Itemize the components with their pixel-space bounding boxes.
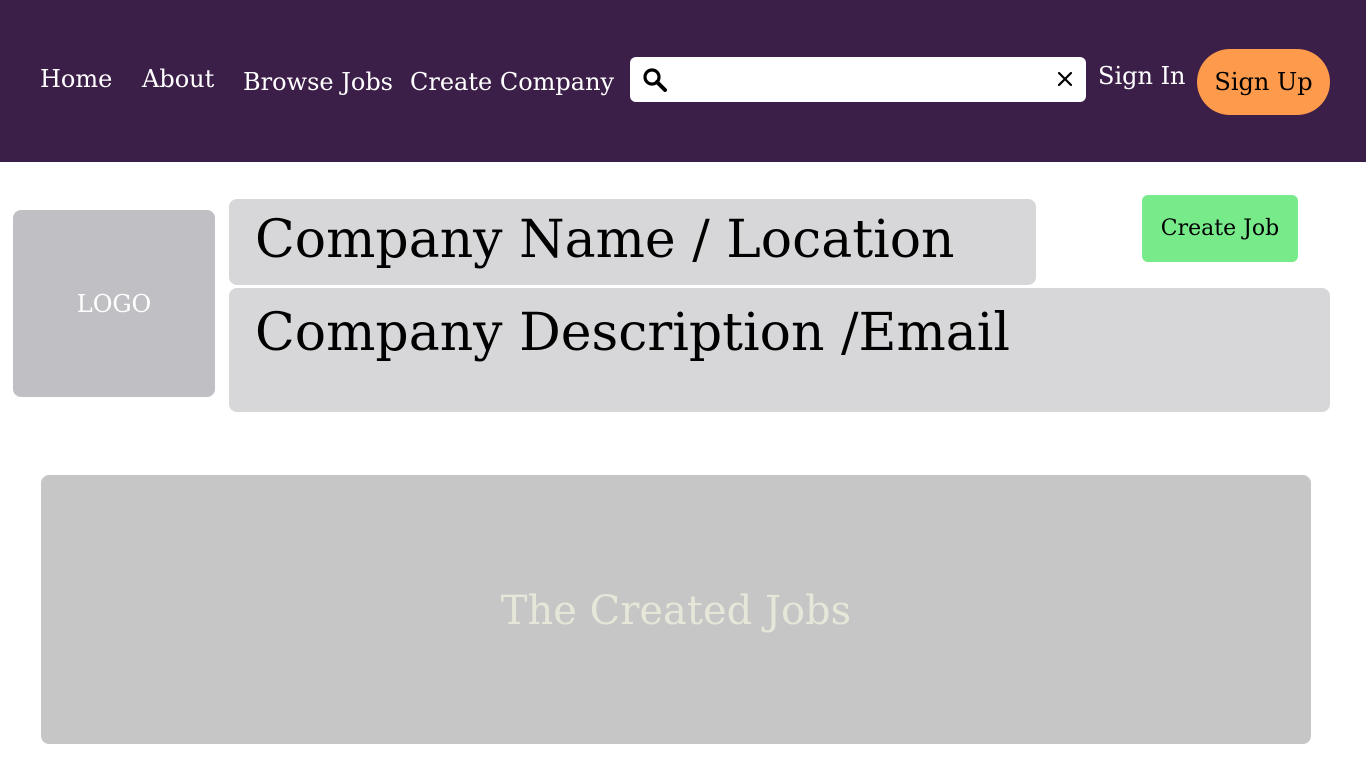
- search-input[interactable]: [676, 63, 1040, 98]
- nav-home-link[interactable]: Home: [40, 67, 112, 91]
- logo-label: LOGO: [76, 289, 152, 318]
- search-icon[interactable]: [642, 67, 668, 93]
- created-jobs-panel: The Created Jobs: [41, 475, 1311, 744]
- created-jobs-label: The Created Jobs: [500, 587, 852, 634]
- nav-create-company-link[interactable]: Create Company: [410, 70, 614, 94]
- sign-in-link[interactable]: Sign In: [1098, 64, 1186, 88]
- company-description-field: Company Description /Email: [229, 288, 1330, 412]
- company-logo-placeholder: LOGO: [13, 210, 215, 397]
- company-name-location-text: Company Name / Location: [255, 210, 955, 270]
- nav-browse-jobs-link[interactable]: Browse Jobs: [243, 70, 393, 94]
- close-icon[interactable]: [1054, 68, 1076, 90]
- top-navbar: Home About Browse Jobs Create Company Si…: [0, 0, 1366, 162]
- company-description-email-text: Company Description /Email: [255, 303, 1011, 363]
- sign-up-button[interactable]: Sign Up: [1197, 49, 1330, 115]
- nav-about-link[interactable]: About: [142, 67, 214, 91]
- company-name-field: Company Name / Location: [229, 199, 1036, 285]
- search-bar: [630, 57, 1086, 102]
- create-job-button[interactable]: Create Job: [1142, 195, 1298, 262]
